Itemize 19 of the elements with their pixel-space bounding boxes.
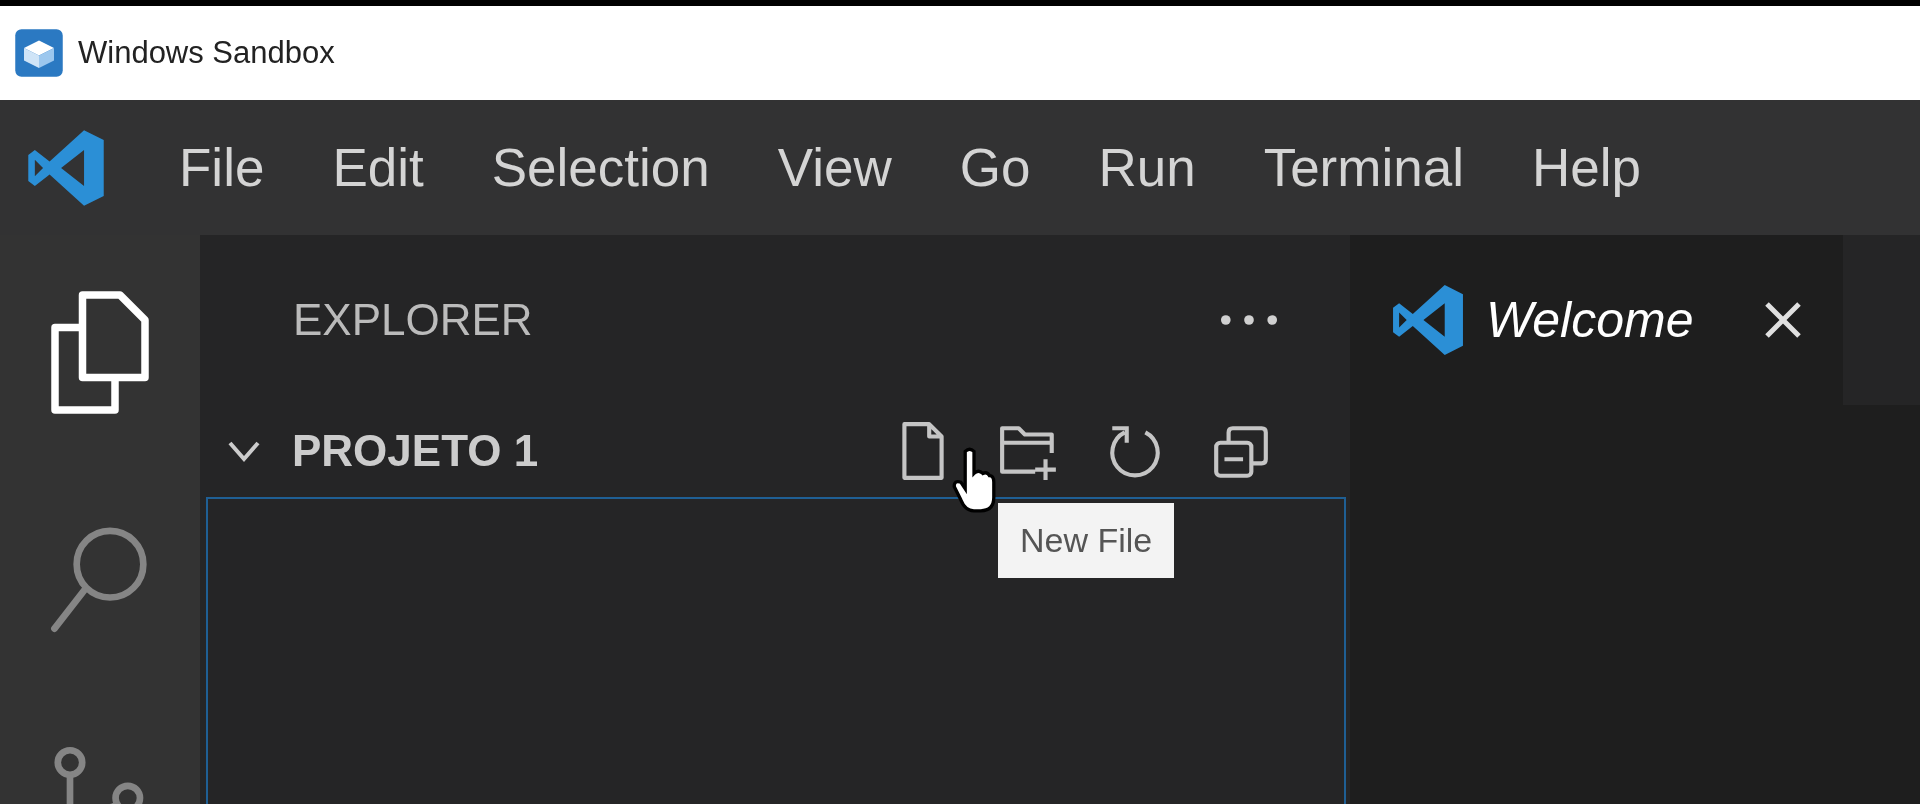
files-icon[interactable] (50, 290, 150, 415)
more-actions-icon[interactable] (1220, 314, 1278, 326)
close-icon[interactable] (1763, 300, 1804, 340)
folder-title[interactable]: PROJETO 1 (292, 426, 892, 476)
menu-item[interactable]: Help (1531, 137, 1641, 198)
menu-item[interactable]: Run (1098, 137, 1196, 198)
editor-tab[interactable]: Welcome (1350, 235, 1844, 405)
sandbox-app-icon (14, 28, 64, 78)
menu-item[interactable]: File (179, 137, 265, 198)
hand-cursor-icon (952, 447, 996, 513)
explorer-title: EXPLORER (293, 295, 534, 345)
window-title: Windows Sandbox (78, 35, 335, 71)
menu-item[interactable]: Selection (491, 137, 710, 198)
vscode-logo-icon (1390, 282, 1466, 358)
menu-item[interactable]: Terminal (1263, 137, 1464, 198)
menu-item[interactable]: View (777, 137, 892, 198)
menu-item[interactable]: Go (959, 137, 1031, 198)
tooltip: New File (998, 503, 1175, 578)
menu-item[interactable]: Edit (332, 137, 424, 198)
